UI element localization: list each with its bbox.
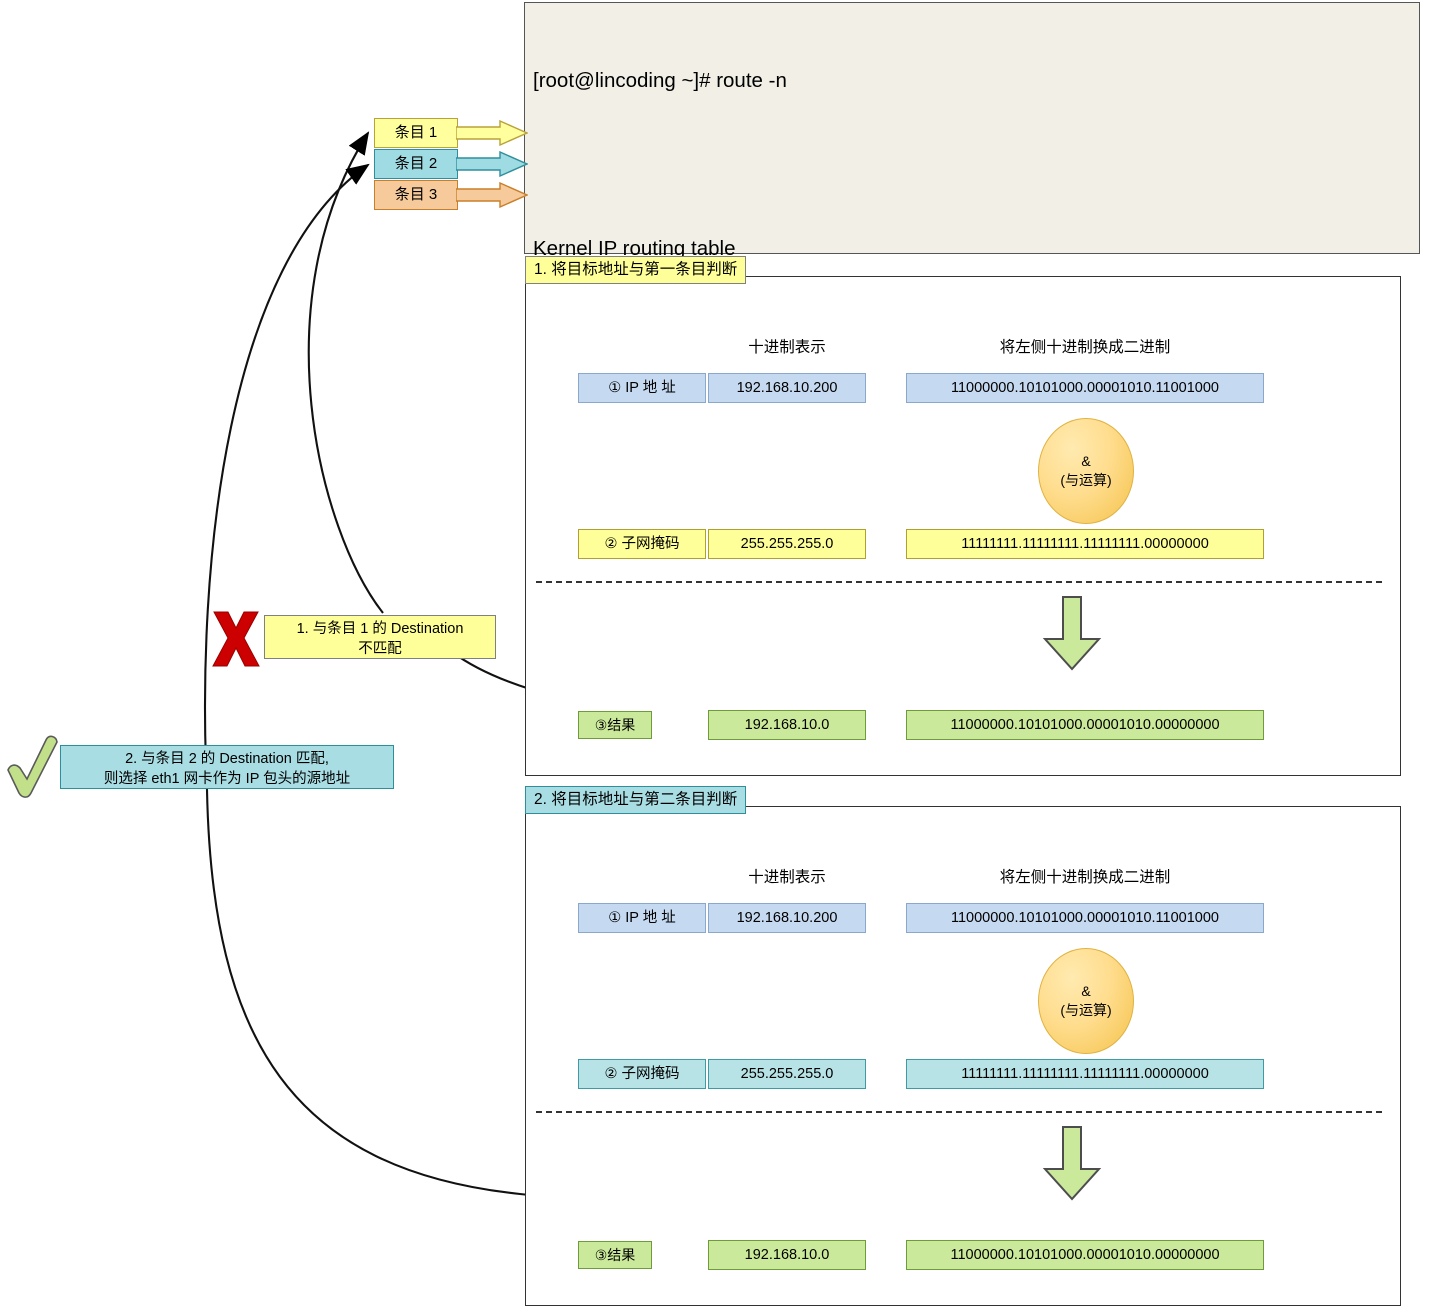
panel-2-operator-caption: (与运算) (1060, 1002, 1112, 1018)
wire-match-to-entry2 (203, 163, 370, 791)
panel-2-result-label: ③结果 (578, 1241, 652, 1269)
entry-label: 条目 2 (394, 155, 438, 172)
note-mismatch-line1: 1. 与条目 1 的 Destination (296, 621, 464, 637)
panel-1-mask-binary: 11111111.11111111.11111111.00000000 (906, 529, 1264, 559)
panel-second-entry-check: 2. 将目标地址与第二条目判断 十进制表示 将左侧十进制换成二进制 ① IP 地… (525, 786, 1401, 1306)
panel-2-decimal-header: 十进制表示 (748, 869, 826, 886)
panel-2-binary-header: 将左侧十进制换成二进制 (999, 869, 1171, 886)
panel-1-result-label: ③结果 (578, 711, 652, 739)
panel-2-mask-decimal: 255.255.255.0 (708, 1059, 866, 1089)
panel-2-ip-decimal: 192.168.10.200 (708, 903, 866, 933)
entry-3-arrow-icon (456, 182, 528, 208)
diagram-canvas: [root@lincoding ~]# route -n Kernel IP r… (0, 0, 1442, 1313)
panel-1-ip-decimal: 192.168.10.200 (708, 373, 866, 403)
check-mark-icon (7, 735, 58, 798)
panel-1-down-arrow-icon (1042, 596, 1102, 671)
panel-2-result-binary: 11000000.10101000.00001010.00000000 (906, 1240, 1264, 1270)
panel-first-entry-check: 1. 将目标地址与第一条目判断 十进制表示 将左侧十进制换成二进制 ① IP 地… (525, 256, 1401, 776)
panel-1-result-binary: 11000000.10101000.00001010.00000000 (906, 710, 1264, 740)
note-match-line2: 则选择 eth1 网卡作为 IP 包头的源地址 (103, 771, 351, 787)
panel-1-ip-label: ① IP 地 址 (578, 373, 706, 403)
panel-1-mask-label: ② 子网掩码 (578, 529, 706, 559)
panel-1-binary-header: 将左侧十进制换成二进制 (999, 339, 1171, 356)
panel-2-divider (536, 1111, 1382, 1113)
entry-box-3[interactable]: 条目 3 (374, 180, 458, 210)
wire-mismatch-to-entry1 (307, 131, 384, 614)
entry-box-2[interactable]: 条目 2 (374, 149, 458, 179)
panel-1-mask-decimal: 255.255.255.0 (708, 529, 866, 559)
panel-1-tab: 1. 将目标地址与第一条目判断 (525, 256, 747, 284)
panel-2-mask-label: ② 子网掩码 (578, 1059, 706, 1089)
panel-2-result-decimal: 192.168.10.0 (708, 1240, 866, 1270)
entry-label: 条目 1 (394, 124, 438, 141)
entry-1-arrow-icon (456, 120, 528, 146)
panel-1-operator-symbol: & (1081, 453, 1091, 469)
terminal-output: [root@lincoding ~]# route -n Kernel IP r… (524, 2, 1420, 680)
cross-mark-icon (212, 611, 260, 667)
panel-1-ip-binary: 11000000.10101000.00001010.11001000 (906, 373, 1264, 403)
panel-1-divider (536, 581, 1382, 583)
terminal-prompt-line: [root@lincoding ~]# route -n (533, 69, 787, 92)
panel-2-operator-symbol: & (1081, 983, 1091, 999)
entry-2-arrow-icon (456, 151, 528, 177)
panel-2-ip-binary: 11000000.10101000.00001010.11001000 (906, 903, 1264, 933)
panel-2-tab: 2. 将目标地址与第二条目判断 (525, 786, 747, 814)
panel-1-and-operator: & (与运算) (1038, 418, 1134, 524)
panel-2-and-operator: & (与运算) (1038, 948, 1134, 1054)
entry-box-1[interactable]: 条目 1 (374, 118, 458, 148)
panel-2-down-arrow-icon (1042, 1126, 1102, 1201)
note-mismatch: 1. 与条目 1 的 Destination 不匹配 (264, 615, 496, 659)
entry-label: 条目 3 (394, 186, 438, 203)
panel-2-ip-label: ① IP 地 址 (578, 903, 706, 933)
panel-1-result-decimal: 192.168.10.0 (708, 710, 866, 740)
note-mismatch-line2: 不匹配 (358, 641, 402, 657)
panel-1-decimal-header: 十进制表示 (748, 339, 826, 356)
panel-2-mask-binary: 11111111.11111111.11111111.00000000 (906, 1059, 1264, 1089)
note-match: 2. 与条目 2 的 Destination 匹配, 则选择 eth1 网卡作为… (60, 745, 394, 789)
panel-1-operator-caption: (与运算) (1060, 472, 1112, 488)
note-match-line1: 2. 与条目 2 的 Destination 匹配, (125, 751, 329, 767)
